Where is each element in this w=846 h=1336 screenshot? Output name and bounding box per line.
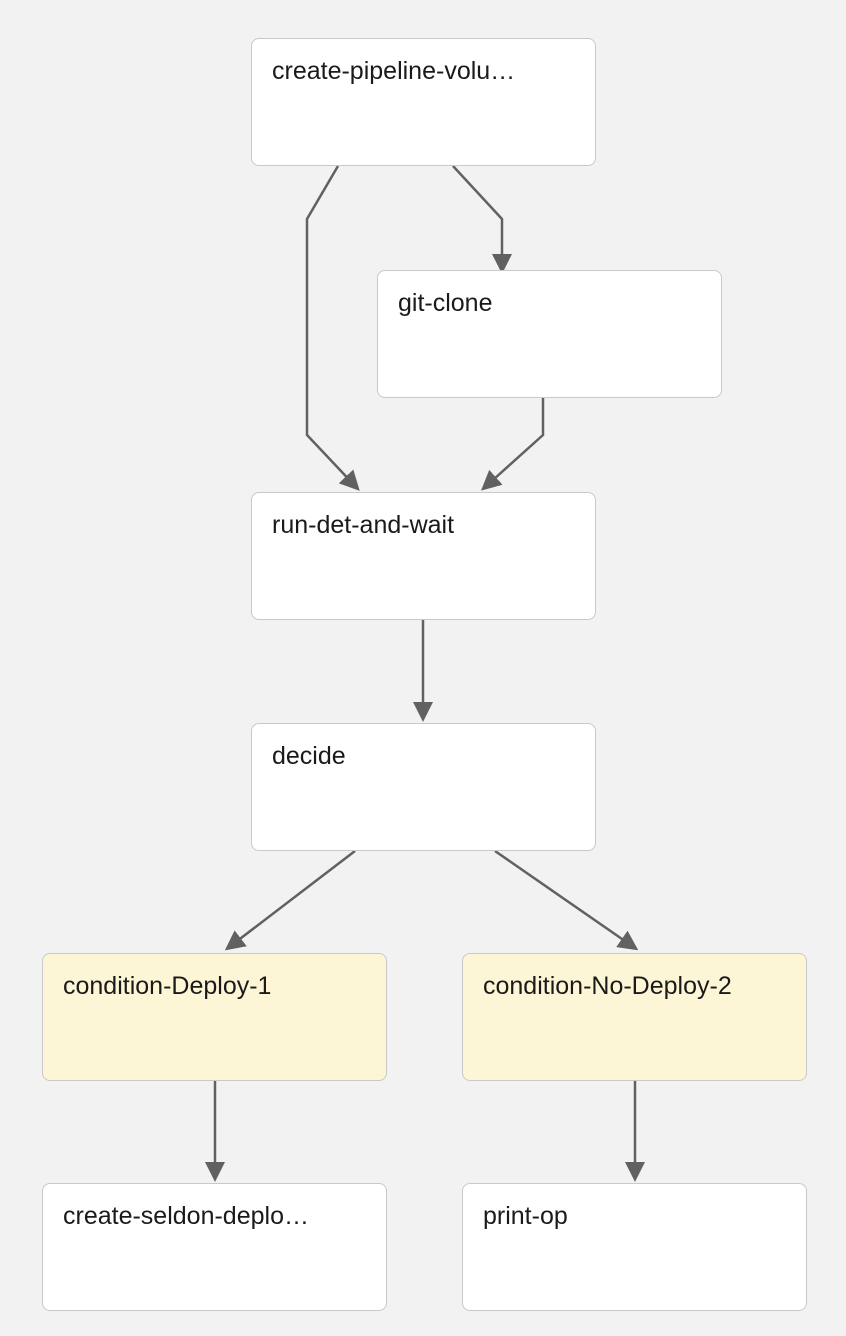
node-print-op[interactable]: print-op [462,1183,807,1311]
node-git-clone[interactable]: git-clone [377,270,722,398]
node-condition-deploy-1[interactable]: condition-Deploy-1 [42,953,387,1081]
node-label: condition-Deploy-1 [63,972,366,1001]
edge [453,166,502,270]
edge [495,851,635,948]
node-label: create-pipeline-volu… [272,57,575,86]
node-label: print-op [483,1202,786,1231]
node-label: git-clone [398,289,701,318]
node-run-det-and-wait[interactable]: run-det-and-wait [251,492,596,620]
edge [484,396,543,488]
node-create-pipeline-volume[interactable]: create-pipeline-volu… [251,38,596,166]
pipeline-graph: create-pipeline-volu… git-clone run-det-… [0,0,846,1336]
node-decide[interactable]: decide [251,723,596,851]
node-create-seldon-deploy[interactable]: create-seldon-deplo… [42,1183,387,1311]
node-label: create-seldon-deplo… [63,1202,366,1231]
node-label: run-det-and-wait [272,511,575,540]
edge [307,166,357,488]
node-label: decide [272,742,575,771]
node-label: condition-No-Deploy-2 [483,972,786,1001]
node-condition-no-deploy-2[interactable]: condition-No-Deploy-2 [462,953,807,1081]
edges-layer [0,0,846,1336]
edge [228,851,355,948]
